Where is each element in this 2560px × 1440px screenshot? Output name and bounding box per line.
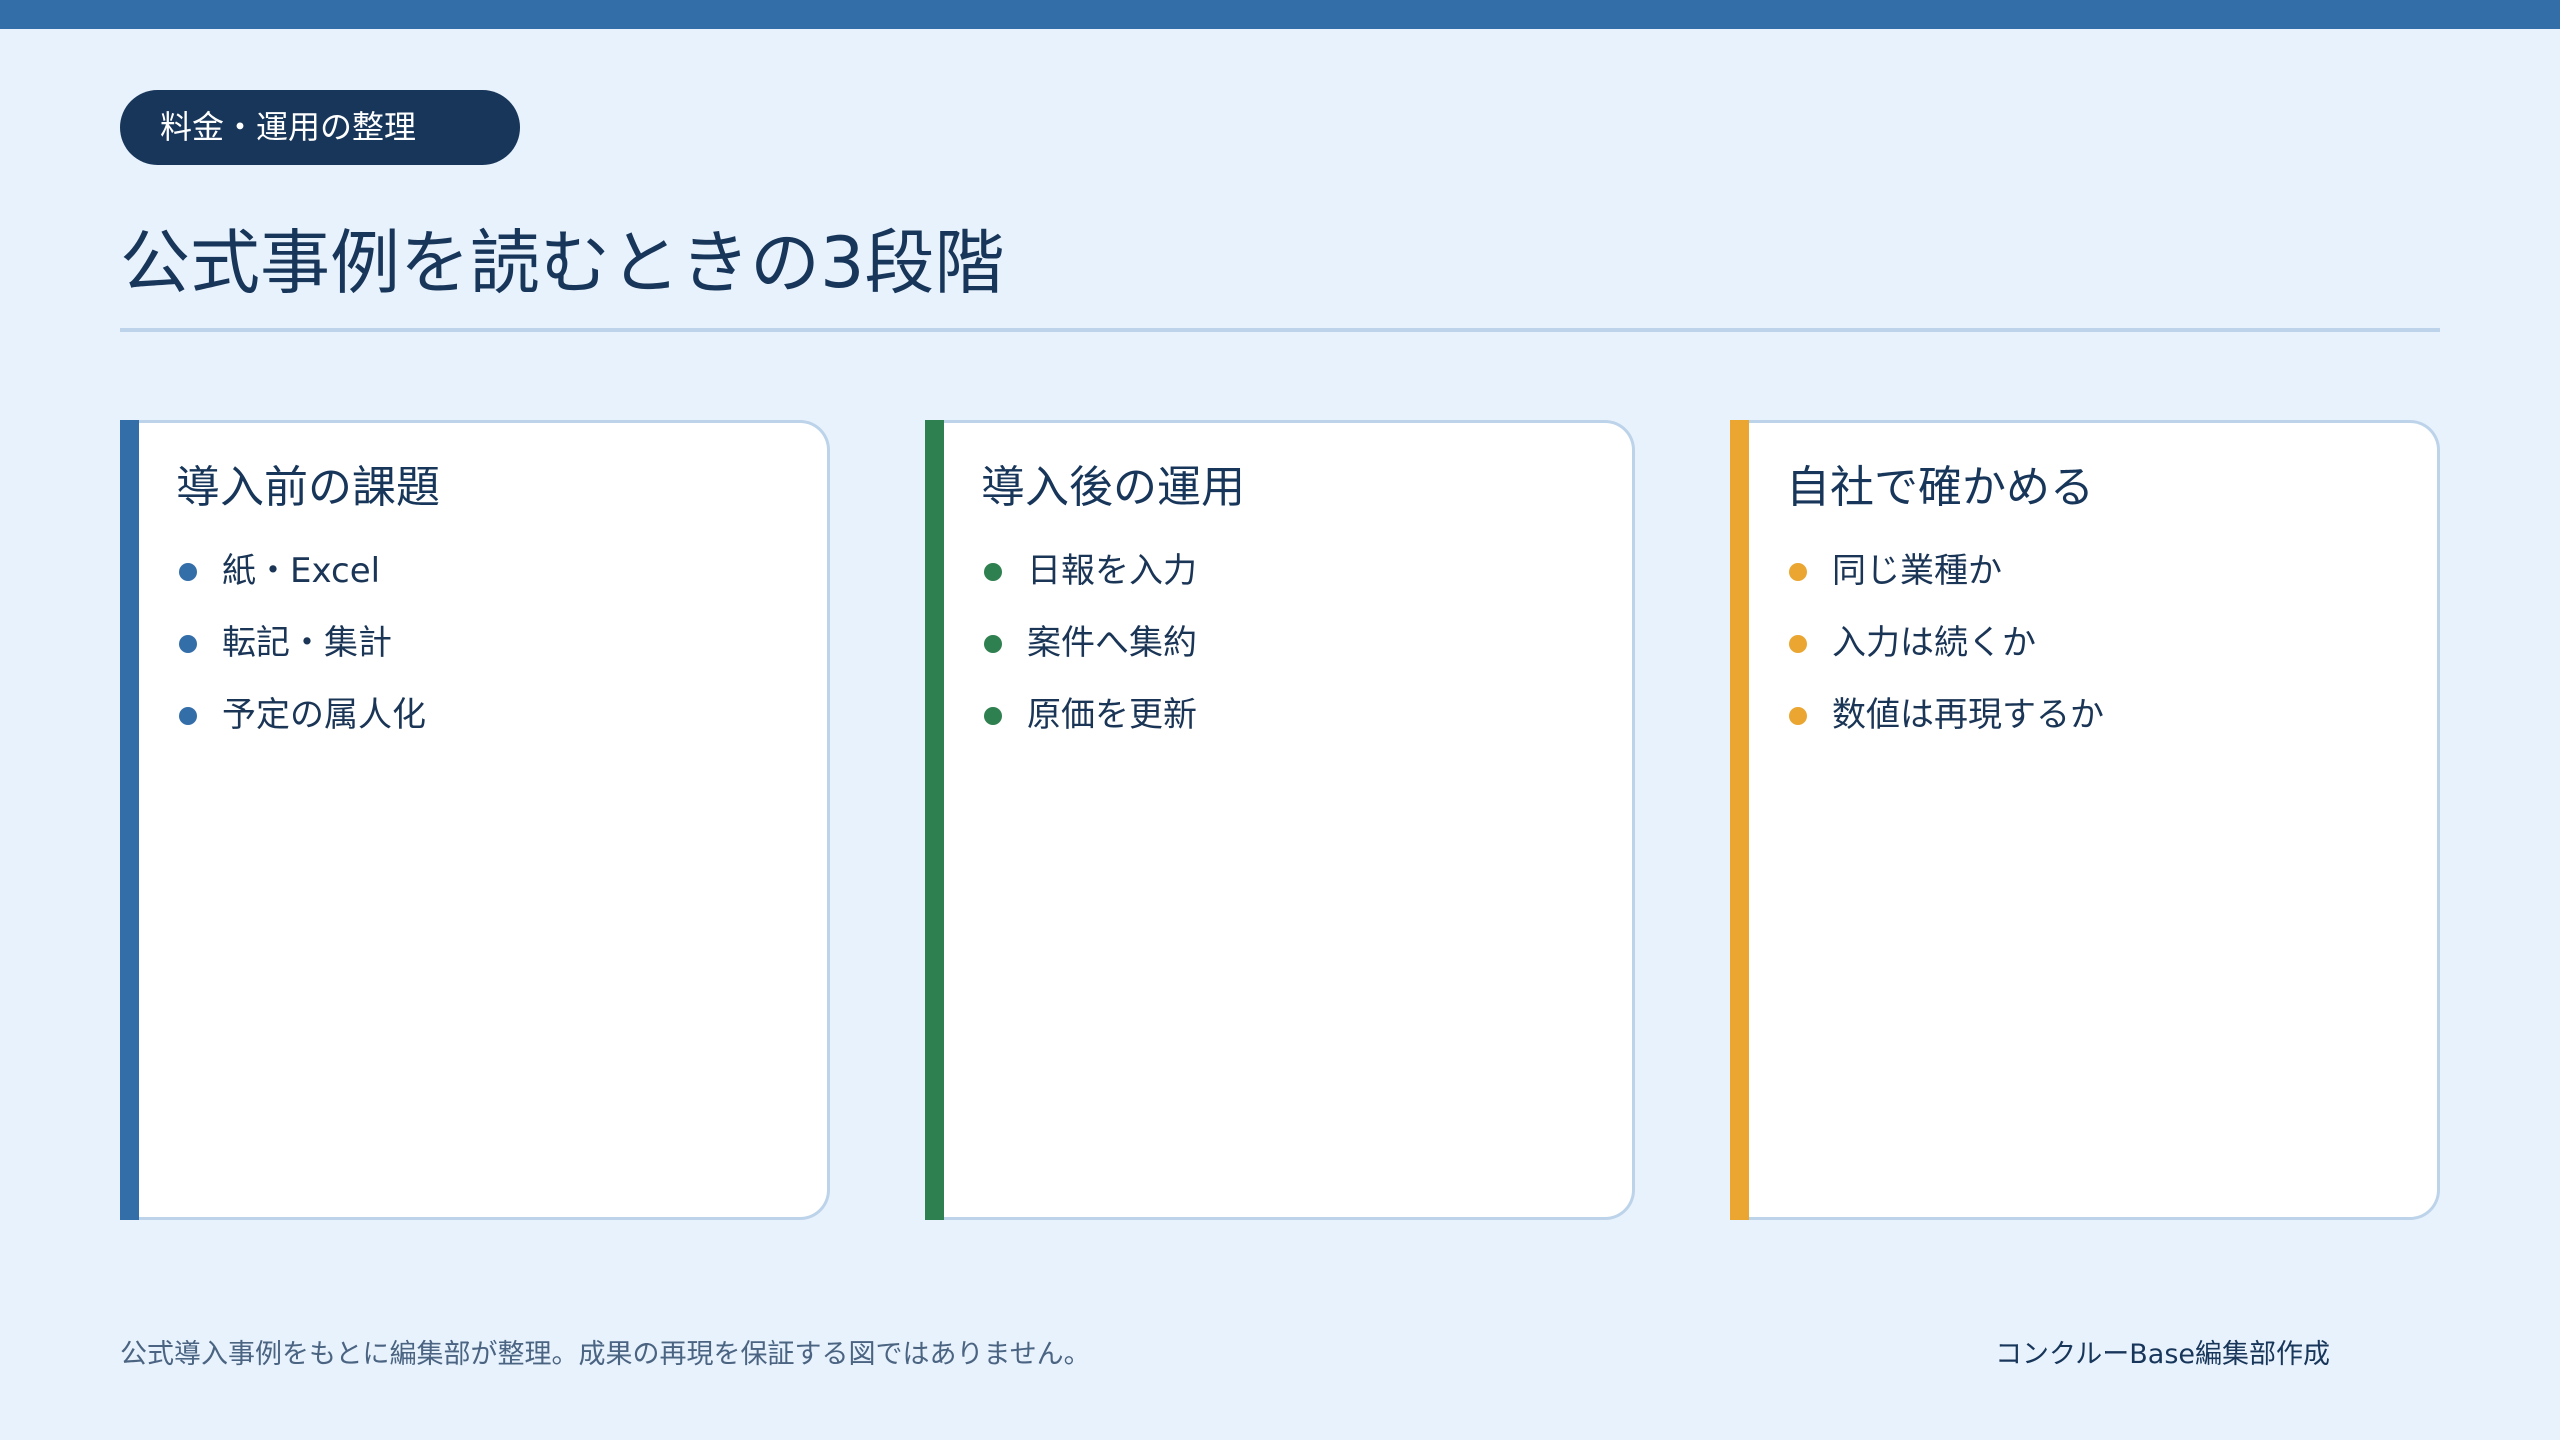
- list-item-label: 数値は再現するか: [1832, 695, 2104, 735]
- list-item: 数値は再現するか: [1786, 679, 2104, 751]
- bullet-dot-icon: [1789, 707, 1807, 725]
- list-item-label: 原価を更新: [1027, 695, 1197, 735]
- bullet-dot-icon: [179, 563, 197, 581]
- list-item: 原価を更新: [981, 679, 1197, 751]
- card-title: 導入後の運用: [981, 462, 1245, 513]
- card-list: 同じ業種か 入力は続くか 数値は再現するか: [1786, 535, 2104, 751]
- list-item-label: 同じ業種か: [1832, 551, 2002, 591]
- list-item-label: 紙・Excel: [222, 551, 381, 591]
- bullet-dot-icon: [1789, 635, 1807, 653]
- footer-credit: コンクルーBase編集部作成: [1995, 1339, 2330, 1370]
- card-title: 自社で確かめる: [1786, 462, 2094, 513]
- bullet-dot-icon: [179, 635, 197, 653]
- list-item: 日報を入力: [981, 535, 1197, 607]
- bullet-dot-icon: [984, 563, 1002, 581]
- list-item: 紙・Excel: [176, 535, 426, 607]
- card-accent-bar: [120, 420, 139, 1220]
- list-item-label: 転記・集計: [222, 623, 392, 663]
- bullet-dot-icon: [984, 707, 1002, 725]
- card-accent-bar: [925, 420, 944, 1220]
- top-accent-bar: [0, 0, 2560, 29]
- card-verify: 自社で確かめる 同じ業種か 入力は続くか 数値は再現するか: [1730, 420, 2440, 1220]
- slide: 料金・運用の整理 公式事例を読むときの3段階 導入前の課題 紙・Excel 転記…: [0, 0, 2560, 1440]
- card-accent-bar: [1730, 420, 1749, 1220]
- section-tag: 料金・運用の整理: [120, 90, 520, 165]
- page-title: 公式事例を読むときの3段階: [120, 222, 1005, 304]
- list-item-label: 案件へ集約: [1027, 623, 1197, 663]
- card-after: 導入後の運用 日報を入力 案件へ集約 原価を更新: [925, 420, 1635, 1220]
- list-item-label: 入力は続くか: [1832, 623, 2036, 663]
- list-item-label: 日報を入力: [1027, 551, 1197, 591]
- list-item-label: 予定の属人化: [222, 695, 426, 735]
- bullet-dot-icon: [984, 635, 1002, 653]
- card-list: 紙・Excel 転記・集計 予定の属人化: [176, 535, 426, 751]
- card-title: 導入前の課題: [176, 462, 440, 513]
- list-item: 同じ業種か: [1786, 535, 2104, 607]
- list-item: 入力は続くか: [1786, 607, 2104, 679]
- footer-note: 公式導入事例をもとに編集部が整理。成果の再現を保証する図ではありません。: [120, 1339, 1091, 1370]
- list-item: 転記・集計: [176, 607, 426, 679]
- card-list: 日報を入力 案件へ集約 原価を更新: [981, 535, 1197, 751]
- list-item: 予定の属人化: [176, 679, 426, 751]
- list-item: 案件へ集約: [981, 607, 1197, 679]
- bullet-dot-icon: [1789, 563, 1807, 581]
- card-before: 導入前の課題 紙・Excel 転記・集計 予定の属人化: [120, 420, 830, 1220]
- title-divider: [120, 328, 2440, 332]
- bullet-dot-icon: [179, 707, 197, 725]
